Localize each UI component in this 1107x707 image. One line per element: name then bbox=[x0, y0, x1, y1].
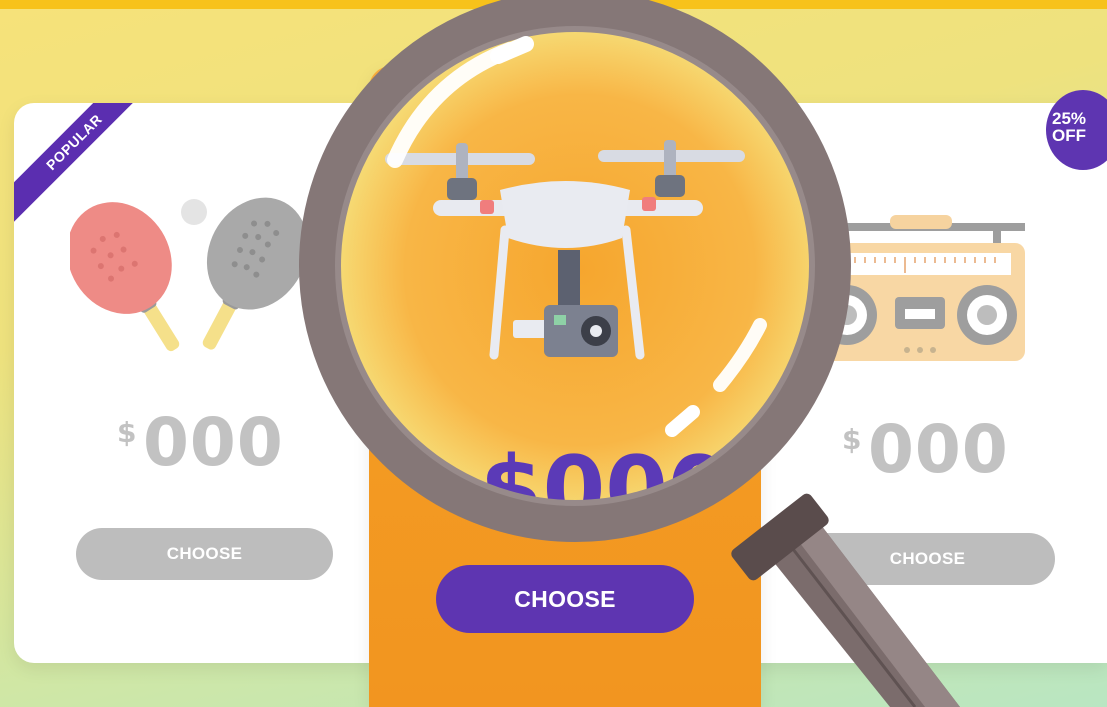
price-amount: 000 bbox=[868, 411, 1009, 488]
currency-symbol: $ bbox=[117, 416, 137, 449]
discount-badge-percent: 25% bbox=[1052, 109, 1087, 128]
currency-symbol: $ bbox=[477, 446, 497, 479]
price-discount: $ 000 bbox=[842, 411, 1042, 497]
price-featured: $ 000 bbox=[477, 434, 677, 520]
price-amount: 000 bbox=[143, 404, 284, 481]
choose-button-popular[interactable]: CHOOSE bbox=[76, 528, 333, 580]
ping-pong-paddles-icon bbox=[70, 197, 308, 352]
price-amount: 000 bbox=[503, 434, 644, 511]
choose-button-featured[interactable]: CHOOSE bbox=[436, 565, 694, 633]
currency-symbol: $ bbox=[842, 423, 862, 456]
price-popular: $ 000 bbox=[117, 404, 317, 490]
discount-badge-off: OFF bbox=[1052, 126, 1086, 145]
top-accent-bar bbox=[0, 0, 1107, 9]
boombox-radio-icon bbox=[815, 215, 1025, 361]
choose-button-discount[interactable]: CHOOSE bbox=[800, 533, 1055, 585]
